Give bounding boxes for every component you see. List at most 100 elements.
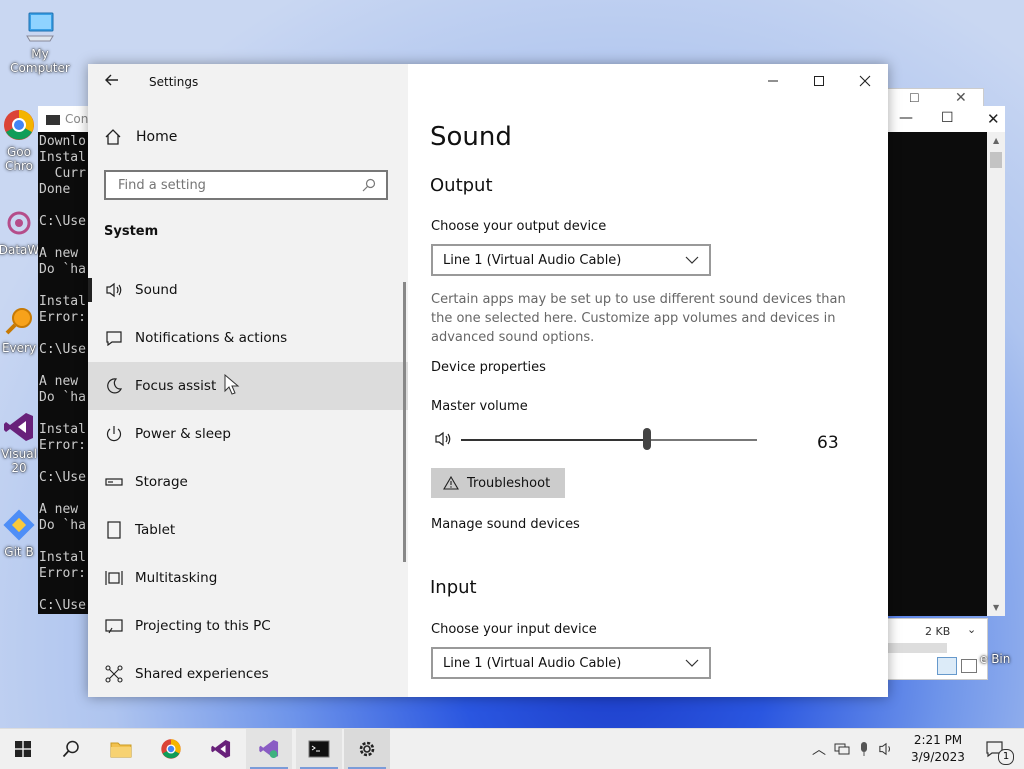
master-volume-thumb[interactable] [643,428,652,450]
desktop-icon-label: e Bin [980,652,1011,666]
moon-icon [104,377,124,395]
back-button[interactable] [104,72,120,92]
master-volume-fill [461,439,648,441]
master-volume-slider[interactable] [461,428,757,450]
desktop-icon-my-computer[interactable]: My Computer [0,10,80,75]
input-device-dropdown[interactable]: Line 1 (Virtual Audio Cable) [431,647,711,679]
search-icon [62,740,79,758]
chevron-up-icon[interactable]: ︿ [812,739,826,759]
desktop-icon-label: DataW [0,243,40,257]
chrome-icon [161,739,181,759]
power-icon [104,425,124,443]
tablet-icon [104,521,124,539]
chevron-down-icon: ⌄ [967,623,977,636]
clock-date: 3/9/2023 [911,750,965,764]
arrow-left-icon [105,74,118,86]
shared-icon [104,665,124,683]
nav-item-projecting[interactable]: Projecting to this PC [88,602,408,650]
minimize-button[interactable] [750,64,796,98]
taskbar-visual-studio-installer[interactable] [246,729,292,769]
nav-item-label: Notifications & actions [135,330,288,346]
manage-sound-devices-link[interactable]: Manage sound devices [431,517,580,532]
chrome-icon [2,108,36,142]
command-prompt-icon [308,740,330,758]
explorer-status-strip: 2 KB ⌄ [886,618,988,680]
warning-icon [443,476,459,490]
folder-icon [110,742,132,758]
close-icon [859,75,871,87]
output-device-value: Line 1 (Virtual Audio Cable) [443,252,622,268]
close-button[interactable] [842,64,888,98]
output-device-dropdown[interactable]: Line 1 (Virtual Audio Cable) [431,244,711,276]
master-volume-label: Master volume [431,399,528,414]
start-button[interactable] [0,729,46,769]
settings-content: Sound Output Choose your output device L… [408,64,888,697]
output-device-label: Choose your output device [431,219,607,234]
search-box[interactable] [104,170,388,200]
nav-item-shared-experiences[interactable]: Shared experiences [88,650,408,698]
system-tray: ︿ [812,729,894,769]
volume-icon[interactable] [434,431,452,447]
computer-icon [23,10,57,44]
multitasking-icon [104,569,124,587]
troubleshoot-button[interactable]: Troubleshoot [431,468,565,498]
nav-item-multitasking[interactable]: Multitasking [88,554,408,602]
chevron-down-icon [685,256,699,264]
nav-item-label: Tablet [135,522,176,538]
nav-item-label: Multitasking [135,570,218,586]
notification-count: 1 [998,749,1014,765]
file-size: 2 KB [925,625,951,638]
nav-item-label: Sound [135,282,178,298]
taskbar: ︿ 2:21 PM 3/9/2023 1 [0,728,1024,769]
taskbar-file-explorer[interactable] [98,729,144,769]
background-console-window[interactable]: — ☐ ✕ ▲ ▼ [886,106,1005,616]
nav-item-focus-assist[interactable]: Focus assist [88,362,408,410]
storage-icon [104,475,124,489]
settings-sidebar: Settings Home System Sound Notifications… [88,64,408,697]
minimize-icon [768,80,778,82]
nav-item-label: Focus assist [135,378,217,394]
chevron-down-icon [685,659,699,667]
action-center-button[interactable]: 1 [972,729,1018,769]
tray-speaker-icon[interactable] [878,742,894,756]
window-title: Settings [149,75,199,89]
large-icons-view-icon[interactable] [961,659,977,673]
nav-item-storage[interactable]: Storage [88,458,408,506]
nav-item-label: Projecting to this PC [135,618,271,634]
search-input[interactable] [116,176,360,194]
details-view-icon[interactable] [937,657,957,675]
maximize-button[interactable] [796,64,842,98]
desktop-icon-label: My Computer [10,47,70,75]
page-title: Sound [430,122,512,152]
nav-item-power-sleep[interactable]: Power & sleep [88,410,408,458]
network-icon[interactable] [834,742,850,756]
taskbar-clock[interactable]: 2:21 PM 3/9/2023 [906,732,970,766]
projecting-icon [104,618,124,634]
taskbar-command-prompt[interactable] [296,729,342,769]
console-scrollbar[interactable]: ▲ ▼ [987,132,1005,616]
desktop-icon-label: Visual 20 [1,447,37,475]
close-icon: ✕ [987,110,1000,128]
maximize-icon: ☐ [941,110,954,126]
speaker-icon [104,282,124,298]
settings-window[interactable]: Settings Home System Sound Notifications… [88,64,888,697]
nav-item-label: Power & sleep [135,426,231,442]
nav-item-tablet[interactable]: Tablet [88,506,408,554]
mouse-pointer-icon [224,374,240,395]
sidebar-scrollbar[interactable] [403,282,406,562]
nav-item-sound[interactable]: Sound [88,266,408,314]
device-properties-link[interactable]: Device properties [431,360,546,375]
search-button[interactable] [48,729,94,769]
taskbar-settings[interactable] [344,729,390,769]
home-icon [105,129,121,145]
desktop-icon-label: Goo Chro [5,145,33,173]
maximize-icon [814,76,824,86]
taskbar-visual-studio[interactable] [198,729,244,769]
nav-item-notifications[interactable]: Notifications & actions [88,314,408,362]
desktop-icon-recycle-bin-label: e Bin [980,652,1020,666]
minimize-icon: ☐ [909,91,920,105]
microphone-icon[interactable] [858,741,870,757]
home-link[interactable]: Home [104,128,177,146]
gear-icon [359,741,375,757]
taskbar-chrome[interactable] [148,729,194,769]
